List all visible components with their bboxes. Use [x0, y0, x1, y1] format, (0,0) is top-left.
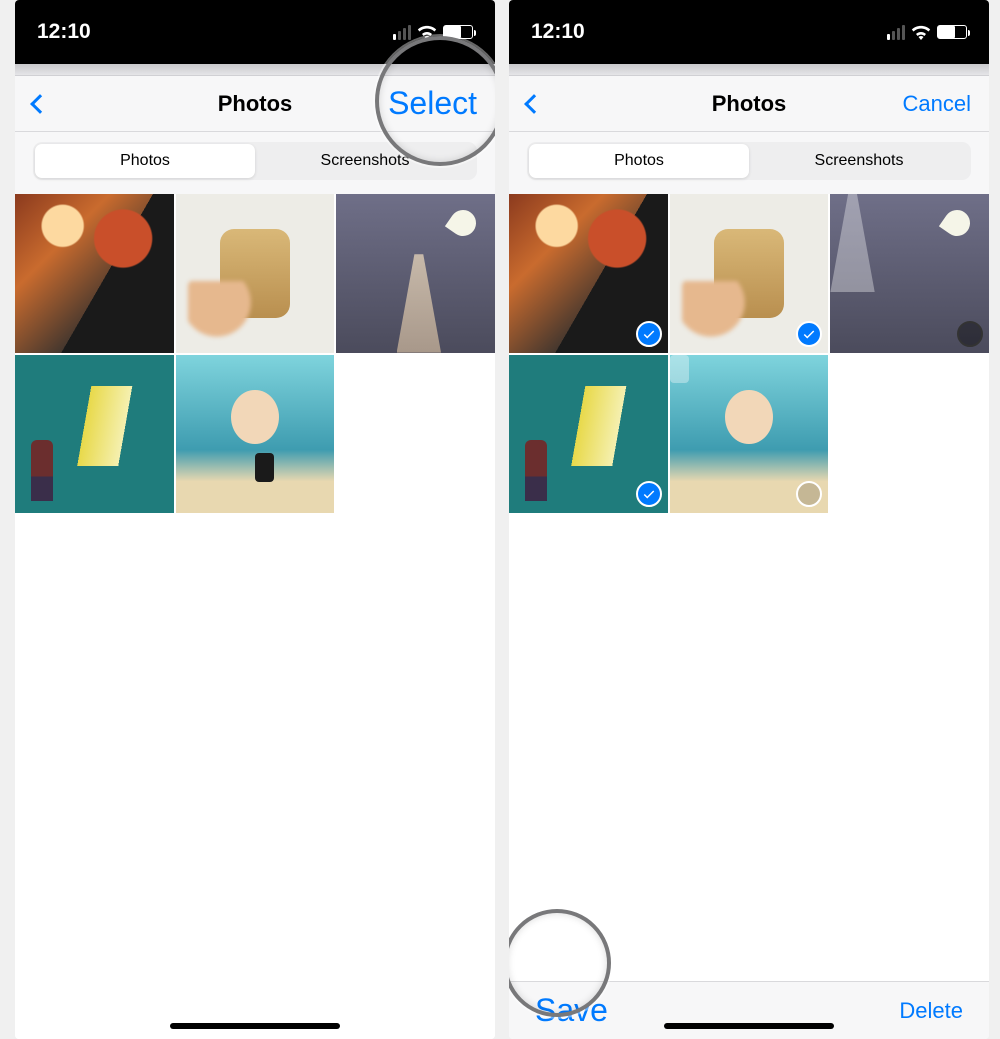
delete-button[interactable]: Delete	[899, 998, 963, 1024]
sheet-background-peek	[509, 64, 989, 76]
photo-grid	[15, 194, 495, 513]
photo-grid	[509, 194, 989, 513]
navigation-bar: Photos Cancel	[509, 76, 989, 132]
selection-checkmark-icon	[636, 481, 662, 507]
cancel-button[interactable]: Cancel	[903, 91, 971, 117]
status-time: 12:10	[531, 20, 585, 44]
status-bar: 12:10	[15, 0, 495, 64]
photo-thumbnail[interactable]	[176, 355, 335, 514]
segmented-control-wrap: Photos Screenshots	[509, 132, 989, 194]
navigation-bar: Photos Select	[15, 76, 495, 132]
status-indicators	[887, 25, 967, 40]
segment-screenshots[interactable]: Screenshots	[749, 144, 969, 178]
empty-area	[509, 513, 989, 981]
photo-thumbnail[interactable]	[670, 355, 829, 514]
photo-thumbnail[interactable]	[509, 194, 668, 353]
home-indicator[interactable]	[170, 1023, 340, 1029]
save-button[interactable]: Save	[535, 992, 608, 1029]
cellular-signal-icon	[887, 25, 905, 40]
status-indicators	[393, 25, 473, 40]
selection-checkmark-icon	[796, 321, 822, 347]
photo-thumbnail[interactable]	[509, 355, 668, 514]
bottom-toolbar: Save Delete	[509, 981, 989, 1039]
photo-thumbnail[interactable]	[830, 194, 989, 353]
segment-photos[interactable]: Photos	[35, 144, 255, 178]
segmented-control-wrap: Photos Screenshots	[15, 132, 495, 194]
wifi-icon	[911, 25, 931, 40]
chevron-left-icon	[30, 94, 50, 114]
status-bar: 12:10	[509, 0, 989, 64]
back-button[interactable]	[33, 91, 47, 117]
phone-screen-left: 12:10 Photos Select Photos Screenshots	[15, 0, 495, 1039]
battery-icon	[937, 25, 967, 39]
chevron-left-icon	[524, 94, 544, 114]
selection-empty-icon	[796, 481, 822, 507]
sheet-background-peek	[15, 64, 495, 76]
segment-photos[interactable]: Photos	[529, 144, 749, 178]
select-button[interactable]: Select	[388, 85, 477, 122]
photo-thumbnail[interactable]	[15, 355, 174, 514]
back-button[interactable]	[527, 91, 541, 117]
photo-thumbnail[interactable]	[670, 194, 829, 353]
empty-area	[15, 513, 495, 1039]
home-indicator[interactable]	[664, 1023, 834, 1029]
selection-empty-icon	[957, 321, 983, 347]
battery-icon	[443, 25, 473, 39]
photo-thumbnail[interactable]	[336, 194, 495, 353]
wifi-icon	[417, 25, 437, 40]
status-time: 12:10	[37, 20, 91, 44]
phone-screen-right: 12:10 Photos Cancel Photos Screenshots	[509, 0, 989, 1039]
cellular-signal-icon	[393, 25, 411, 40]
segment-screenshots[interactable]: Screenshots	[255, 144, 475, 178]
photo-thumbnail[interactable]	[15, 194, 174, 353]
photo-thumbnail[interactable]	[176, 194, 335, 353]
selection-checkmark-icon	[636, 321, 662, 347]
segmented-control: Photos Screenshots	[33, 142, 477, 180]
segmented-control: Photos Screenshots	[527, 142, 971, 180]
